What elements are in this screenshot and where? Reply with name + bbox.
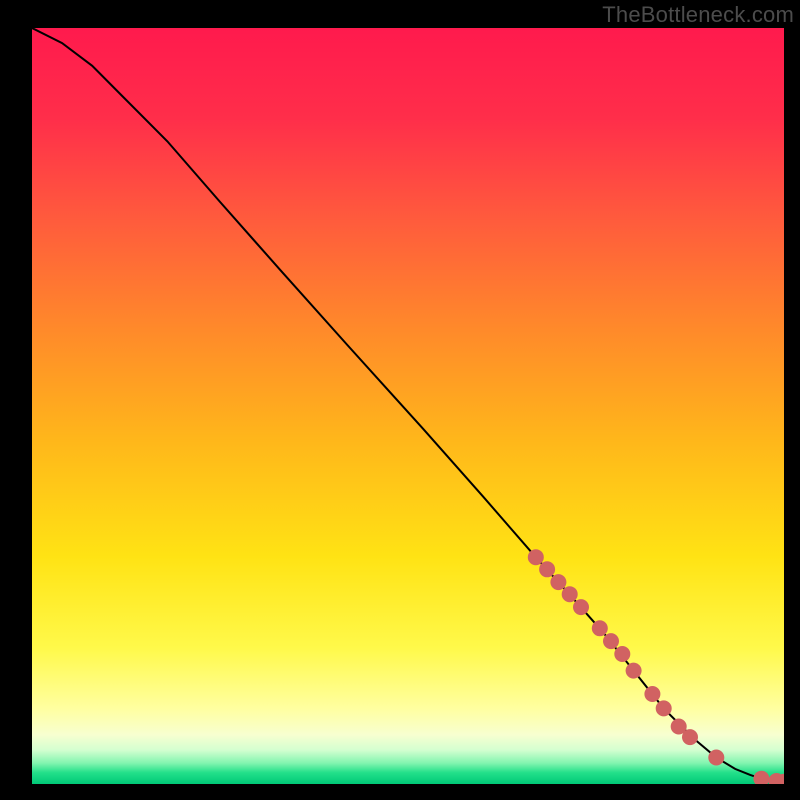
plot-background xyxy=(32,28,784,784)
curve-marker xyxy=(550,574,566,590)
watermark-text: TheBottleneck.com xyxy=(602,2,794,28)
chart-frame: TheBottleneck.com xyxy=(0,0,800,800)
curve-marker xyxy=(614,646,630,662)
curve-marker xyxy=(573,599,589,615)
curve-marker xyxy=(539,561,555,577)
curve-marker xyxy=(528,549,544,565)
curve-marker xyxy=(603,633,619,649)
chart-svg xyxy=(32,28,784,784)
curve-marker xyxy=(644,686,660,702)
curve-marker xyxy=(562,586,578,602)
curve-marker xyxy=(682,729,698,745)
plot-area xyxy=(32,28,784,784)
curve-marker xyxy=(656,700,672,716)
curve-marker xyxy=(592,620,608,636)
curve-marker xyxy=(708,750,724,766)
curve-marker xyxy=(626,663,642,679)
